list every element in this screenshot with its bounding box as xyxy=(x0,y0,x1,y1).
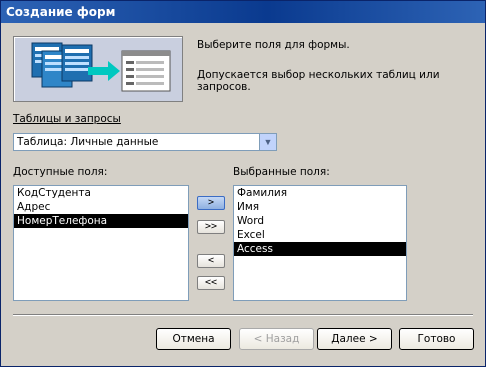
finish-button[interactable]: Готово xyxy=(399,328,474,350)
tables-label: Таблицы и запросы xyxy=(13,113,121,125)
tables-to-form-icon xyxy=(31,42,171,92)
add-all-button[interactable]: >> xyxy=(197,220,225,234)
next-button[interactable]: Далее > xyxy=(317,328,392,350)
window-title: Создание форм xyxy=(6,5,116,19)
add-one-button[interactable]: > xyxy=(197,196,225,210)
tables-combobox-value: Таблица: Личные данные xyxy=(17,136,159,148)
available-fields-label: Доступные поля: xyxy=(13,166,108,178)
list-item[interactable]: Адрес xyxy=(14,200,188,214)
description-line-2: Допускается выбор нескольких таблиц или … xyxy=(197,69,440,93)
list-item[interactable]: Фамилия xyxy=(234,186,406,200)
back-button[interactable]: < Назад xyxy=(239,328,314,350)
list-item[interactable]: Word xyxy=(234,214,406,228)
list-item[interactable]: КодСтудента xyxy=(14,186,188,200)
selected-fields-list[interactable]: Фамилия Имя Word Excel Access xyxy=(233,185,407,301)
tables-combobox[interactable]: Таблица: Личные данные ▼ xyxy=(13,133,277,151)
footer-separator xyxy=(13,314,473,316)
remove-all-button[interactable]: << xyxy=(197,276,225,290)
chevron-down-icon[interactable]: ▼ xyxy=(259,134,276,150)
cancel-button[interactable]: Отмена xyxy=(156,328,231,350)
title-bar[interactable]: Создание форм xyxy=(1,1,485,23)
selected-fields-label: Выбранные поля: xyxy=(233,166,330,178)
wizard-illustration xyxy=(13,36,183,102)
description-line-1: Выберите поля для формы. xyxy=(197,39,350,51)
form-wizard-dialog: Создание форм Выберите поля для формы. Д… xyxy=(0,0,486,367)
list-item[interactable]: Access xyxy=(234,242,406,256)
list-item[interactable]: НомерТелефона xyxy=(14,214,188,228)
available-fields-list[interactable]: КодСтудента Адрес НомерТелефона xyxy=(13,185,189,301)
list-item[interactable]: Имя xyxy=(234,200,406,214)
list-item[interactable]: Excel xyxy=(234,228,406,242)
remove-one-button[interactable]: < xyxy=(197,254,225,268)
